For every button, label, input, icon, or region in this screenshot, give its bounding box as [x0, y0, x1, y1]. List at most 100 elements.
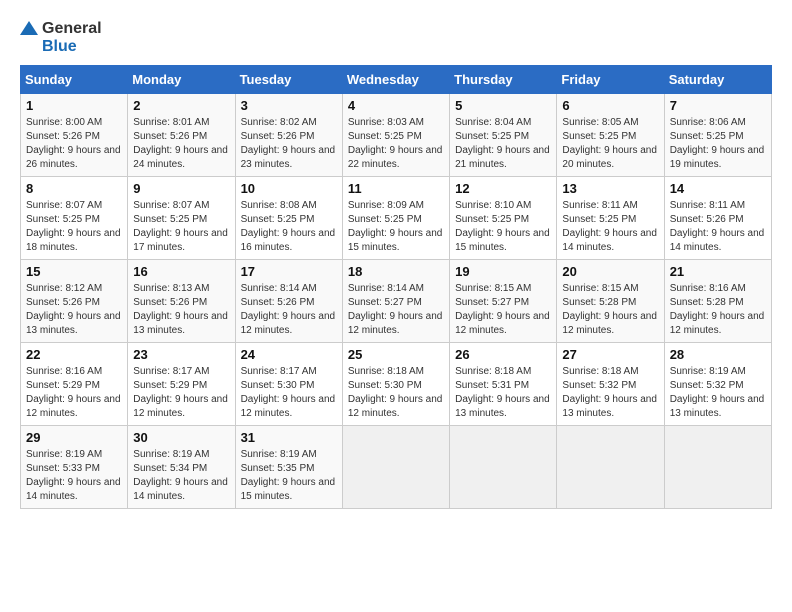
weekday-header-monday: Monday: [128, 66, 235, 94]
calendar-cell: 24 Sunrise: 8:17 AM Sunset: 5:30 PM Dayl…: [235, 343, 342, 426]
day-number: 11: [348, 181, 444, 196]
cell-detail: Sunrise: 8:11 AM Sunset: 5:25 PM Dayligh…: [562, 199, 658, 255]
cell-detail: Sunrise: 8:11 AM Sunset: 5:26 PM Dayligh…: [670, 199, 766, 255]
cell-detail: Sunrise: 8:03 AM Sunset: 5:25 PM Dayligh…: [348, 116, 444, 172]
cell-detail: Sunrise: 8:19 AM Sunset: 5:35 PM Dayligh…: [241, 448, 337, 504]
cell-detail: Sunrise: 8:12 AM Sunset: 5:26 PM Dayligh…: [26, 282, 122, 338]
cell-detail: Sunrise: 8:10 AM Sunset: 5:25 PM Dayligh…: [455, 199, 551, 255]
cell-detail: Sunrise: 8:19 AM Sunset: 5:33 PM Dayligh…: [26, 448, 122, 504]
calendar-cell: [557, 426, 664, 509]
cell-detail: Sunrise: 8:14 AM Sunset: 5:26 PM Dayligh…: [241, 282, 337, 338]
day-number: 25: [348, 347, 444, 362]
calendar-cell: 16 Sunrise: 8:13 AM Sunset: 5:26 PM Dayl…: [128, 260, 235, 343]
cell-detail: Sunrise: 8:15 AM Sunset: 5:27 PM Dayligh…: [455, 282, 551, 338]
calendar-cell: 13 Sunrise: 8:11 AM Sunset: 5:25 PM Dayl…: [557, 177, 664, 260]
cell-detail: Sunrise: 8:07 AM Sunset: 5:25 PM Dayligh…: [133, 199, 229, 255]
calendar-cell: 11 Sunrise: 8:09 AM Sunset: 5:25 PM Dayl…: [342, 177, 449, 260]
calendar-cell: 25 Sunrise: 8:18 AM Sunset: 5:30 PM Dayl…: [342, 343, 449, 426]
calendar-cell: 4 Sunrise: 8:03 AM Sunset: 5:25 PM Dayli…: [342, 94, 449, 177]
cell-detail: Sunrise: 8:18 AM Sunset: 5:32 PM Dayligh…: [562, 365, 658, 421]
cell-detail: Sunrise: 8:19 AM Sunset: 5:32 PM Dayligh…: [670, 365, 766, 421]
weekday-header-tuesday: Tuesday: [235, 66, 342, 94]
calendar-cell: 30 Sunrise: 8:19 AM Sunset: 5:34 PM Dayl…: [128, 426, 235, 509]
day-number: 14: [670, 181, 766, 196]
cell-detail: Sunrise: 8:18 AM Sunset: 5:31 PM Dayligh…: [455, 365, 551, 421]
calendar-cell: 27 Sunrise: 8:18 AM Sunset: 5:32 PM Dayl…: [557, 343, 664, 426]
weekday-header-sunday: Sunday: [21, 66, 128, 94]
day-number: 24: [241, 347, 337, 362]
calendar-cell: 21 Sunrise: 8:16 AM Sunset: 5:28 PM Dayl…: [664, 260, 771, 343]
day-number: 20: [562, 264, 658, 279]
calendar-cell: 19 Sunrise: 8:15 AM Sunset: 5:27 PM Dayl…: [450, 260, 557, 343]
calendar-cell: 12 Sunrise: 8:10 AM Sunset: 5:25 PM Dayl…: [450, 177, 557, 260]
day-number: 21: [670, 264, 766, 279]
day-number: 19: [455, 264, 551, 279]
calendar-cell: 29 Sunrise: 8:19 AM Sunset: 5:33 PM Dayl…: [21, 426, 128, 509]
calendar-cell: [664, 426, 771, 509]
calendar-cell: 18 Sunrise: 8:14 AM Sunset: 5:27 PM Dayl…: [342, 260, 449, 343]
calendar-cell: 3 Sunrise: 8:02 AM Sunset: 5:26 PM Dayli…: [235, 94, 342, 177]
calendar-cell: 26 Sunrise: 8:18 AM Sunset: 5:31 PM Dayl…: [450, 343, 557, 426]
calendar-cell: 23 Sunrise: 8:17 AM Sunset: 5:29 PM Dayl…: [128, 343, 235, 426]
calendar-cell: 17 Sunrise: 8:14 AM Sunset: 5:26 PM Dayl…: [235, 260, 342, 343]
day-number: 10: [241, 181, 337, 196]
cell-detail: Sunrise: 8:01 AM Sunset: 5:26 PM Dayligh…: [133, 116, 229, 172]
day-number: 18: [348, 264, 444, 279]
cell-detail: Sunrise: 8:07 AM Sunset: 5:25 PM Dayligh…: [26, 199, 122, 255]
cell-detail: Sunrise: 8:18 AM Sunset: 5:30 PM Dayligh…: [348, 365, 444, 421]
cell-detail: Sunrise: 8:02 AM Sunset: 5:26 PM Dayligh…: [241, 116, 337, 172]
calendar-cell: 6 Sunrise: 8:05 AM Sunset: 5:25 PM Dayli…: [557, 94, 664, 177]
day-number: 6: [562, 98, 658, 113]
day-number: 8: [26, 181, 122, 196]
calendar-cell: 28 Sunrise: 8:19 AM Sunset: 5:32 PM Dayl…: [664, 343, 771, 426]
calendar-cell: 7 Sunrise: 8:06 AM Sunset: 5:25 PM Dayli…: [664, 94, 771, 177]
calendar-cell: 9 Sunrise: 8:07 AM Sunset: 5:25 PM Dayli…: [128, 177, 235, 260]
logo-general: General: [42, 20, 102, 38]
calendar-cell: 20 Sunrise: 8:15 AM Sunset: 5:28 PM Dayl…: [557, 260, 664, 343]
day-number: 7: [670, 98, 766, 113]
cell-detail: Sunrise: 8:09 AM Sunset: 5:25 PM Dayligh…: [348, 199, 444, 255]
day-number: 16: [133, 264, 229, 279]
calendar-cell: 8 Sunrise: 8:07 AM Sunset: 5:25 PM Dayli…: [21, 177, 128, 260]
weekday-header-thursday: Thursday: [450, 66, 557, 94]
day-number: 5: [455, 98, 551, 113]
cell-detail: Sunrise: 8:16 AM Sunset: 5:28 PM Dayligh…: [670, 282, 766, 338]
cell-detail: Sunrise: 8:13 AM Sunset: 5:26 PM Dayligh…: [133, 282, 229, 338]
cell-detail: Sunrise: 8:06 AM Sunset: 5:25 PM Dayligh…: [670, 116, 766, 172]
day-number: 15: [26, 264, 122, 279]
day-number: 3: [241, 98, 337, 113]
cell-detail: Sunrise: 8:14 AM Sunset: 5:27 PM Dayligh…: [348, 282, 444, 338]
cell-detail: Sunrise: 8:16 AM Sunset: 5:29 PM Dayligh…: [26, 365, 122, 421]
calendar-cell: 10 Sunrise: 8:08 AM Sunset: 5:25 PM Dayl…: [235, 177, 342, 260]
logo-blue: Blue: [42, 38, 102, 56]
weekday-header-saturday: Saturday: [664, 66, 771, 94]
calendar-cell: 15 Sunrise: 8:12 AM Sunset: 5:26 PM Dayl…: [21, 260, 128, 343]
day-number: 28: [670, 347, 766, 362]
day-number: 17: [241, 264, 337, 279]
day-number: 1: [26, 98, 122, 113]
day-number: 26: [455, 347, 551, 362]
day-number: 13: [562, 181, 658, 196]
weekday-header-wednesday: Wednesday: [342, 66, 449, 94]
logo-triangle-icon: [20, 21, 38, 49]
day-number: 22: [26, 347, 122, 362]
cell-detail: Sunrise: 8:19 AM Sunset: 5:34 PM Dayligh…: [133, 448, 229, 504]
day-number: 12: [455, 181, 551, 196]
cell-detail: Sunrise: 8:17 AM Sunset: 5:29 PM Dayligh…: [133, 365, 229, 421]
calendar-cell: 1 Sunrise: 8:00 AM Sunset: 5:26 PM Dayli…: [21, 94, 128, 177]
calendar-cell: 5 Sunrise: 8:04 AM Sunset: 5:25 PM Dayli…: [450, 94, 557, 177]
logo-text: General Blue: [20, 20, 102, 55]
cell-detail: Sunrise: 8:08 AM Sunset: 5:25 PM Dayligh…: [241, 199, 337, 255]
cell-detail: Sunrise: 8:00 AM Sunset: 5:26 PM Dayligh…: [26, 116, 122, 172]
calendar-cell: 22 Sunrise: 8:16 AM Sunset: 5:29 PM Dayl…: [21, 343, 128, 426]
day-number: 31: [241, 430, 337, 445]
day-number: 30: [133, 430, 229, 445]
calendar-cell: 14 Sunrise: 8:11 AM Sunset: 5:26 PM Dayl…: [664, 177, 771, 260]
cell-detail: Sunrise: 8:04 AM Sunset: 5:25 PM Dayligh…: [455, 116, 551, 172]
calendar-cell: [342, 426, 449, 509]
calendar-cell: 31 Sunrise: 8:19 AM Sunset: 5:35 PM Dayl…: [235, 426, 342, 509]
cell-detail: Sunrise: 8:17 AM Sunset: 5:30 PM Dayligh…: [241, 365, 337, 421]
calendar-cell: 2 Sunrise: 8:01 AM Sunset: 5:26 PM Dayli…: [128, 94, 235, 177]
logo: General Blue: [20, 20, 102, 55]
calendar-table: SundayMondayTuesdayWednesdayThursdayFrid…: [20, 65, 772, 509]
